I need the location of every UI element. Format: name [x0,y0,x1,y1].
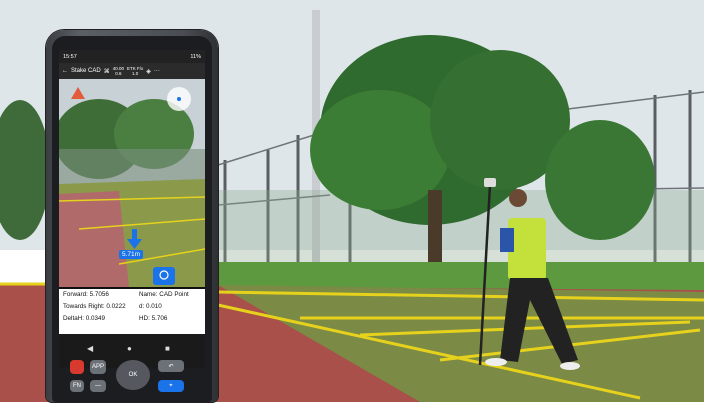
survey-controller-device: 15:57 11% ← Stake CAD ⌘ 40.00 0.6 ETK F/x… [46,30,218,402]
hardware-keypad: APP OK ↶ FN — ⌖ [52,350,212,402]
back-arrow-icon[interactable]: ← [62,68,68,74]
stat-solution: 40.00 0.6 [113,66,124,76]
status-battery: 11% [190,53,201,60]
fn-key[interactable]: FN [70,380,84,392]
point-name: Name: CAD Point [139,291,189,298]
minus-key[interactable]: — [90,380,106,392]
app-title: Stake CAD [71,68,101,74]
dpad-ok-key[interactable]: OK [116,360,150,390]
towards-right-value: Towards Right: 0.0222 [63,303,126,310]
stat-solution-bottom: 0.6 [115,71,122,76]
device-screen: 15:57 11% ← Stake CAD ⌘ 40.00 0.6 ETK F/x… [59,50,205,368]
power-key[interactable] [70,360,84,374]
distance-label: 5.71m [119,250,144,259]
layers-icon[interactable]: ◈ [146,68,151,75]
ok-label: OK [128,372,138,378]
d-value: d: 0.010 [139,303,162,310]
return-key[interactable]: ↶ [158,360,184,372]
ar-camera-view[interactable]: 5.71m [59,79,205,287]
satellite-icon: ⌘ [103,68,110,75]
status-bar: 15:57 11% [59,50,205,63]
app-bar: ← Stake CAD ⌘ 40.00 0.6 ETK F/x 1.0 ◈ ··· [59,63,205,79]
forward-value: Forward: 5.7056 [63,291,109,298]
hd-value: HD: 5.706 [139,315,168,322]
more-menu-icon[interactable]: ··· [154,68,160,74]
location-key[interactable]: ⌖ [158,380,184,392]
stat-rtk: ETK F/x 1.0 [127,66,143,76]
status-time: 15:57 [63,53,77,60]
app-key[interactable]: APP [90,360,106,374]
stake-info-panel: Forward: 5.7056 Name: CAD Point Towards … [59,289,205,334]
stat-rtk-bottom: 1.0 [131,71,139,76]
delta-h-value: DeltaH: 0.0349 [63,315,106,322]
